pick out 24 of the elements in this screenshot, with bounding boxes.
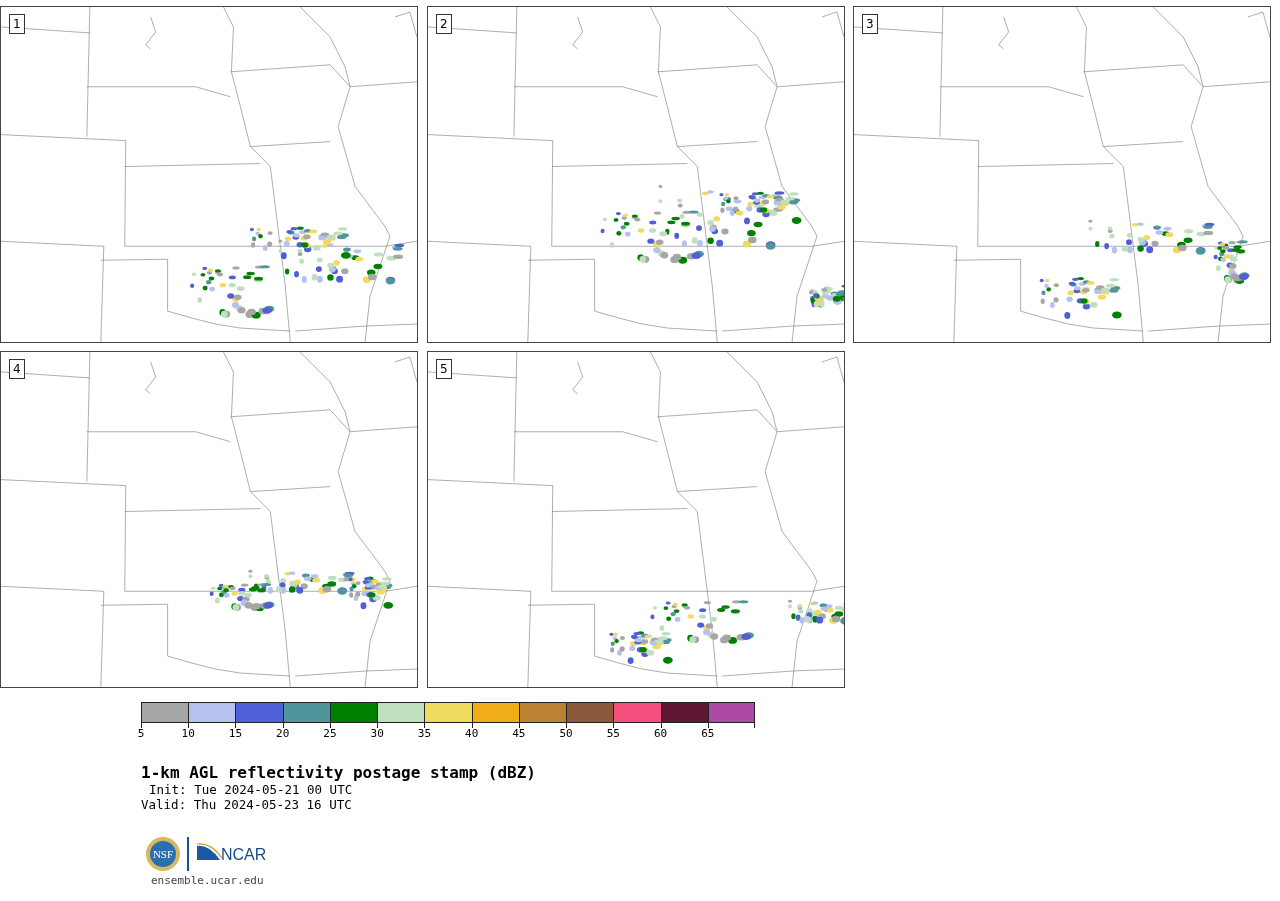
panel-number: 1 bbox=[9, 14, 25, 34]
colorbar-tick-label: 65 bbox=[701, 728, 715, 740]
colorbar-tick-label: 10 bbox=[181, 728, 195, 740]
panel-number: 4 bbox=[9, 359, 25, 379]
chart-title: 1-km AGL reflectivity postage stamp (dBZ) bbox=[141, 764, 537, 782]
colorbar-tick-label: 25 bbox=[323, 728, 337, 740]
colorbar-tick-label: 40 bbox=[465, 728, 479, 740]
ncar-logo: NCAR bbox=[195, 842, 271, 866]
colorbar-tick-label: 35 bbox=[417, 728, 432, 740]
nsf-logo: NSF bbox=[145, 836, 181, 872]
colorbar-tick-label: 5 bbox=[137, 728, 145, 740]
colorbar-tick-label: 60 bbox=[653, 728, 668, 740]
colorbar-tick-label: 45 bbox=[512, 728, 526, 740]
colorbar-tick-label: 55 bbox=[606, 728, 620, 740]
colorbar-tick-label: 30 bbox=[370, 728, 384, 740]
colorbar-tick-label: 50 bbox=[559, 728, 573, 740]
panel-number: 5 bbox=[436, 359, 452, 379]
panel-number: 2 bbox=[436, 14, 452, 34]
colorbar-tick-label: 20 bbox=[276, 728, 290, 740]
colorbar-tick-label: 15 bbox=[228, 728, 243, 740]
site-url: ensemble.ucar.edu bbox=[151, 874, 265, 887]
panel-number: 3 bbox=[862, 14, 878, 34]
valid-time: Valid: Thu 2024-05-23 16 UTC bbox=[141, 797, 353, 812]
init-time: Init: Tue 2024-05-21 00 UTC bbox=[148, 782, 354, 797]
